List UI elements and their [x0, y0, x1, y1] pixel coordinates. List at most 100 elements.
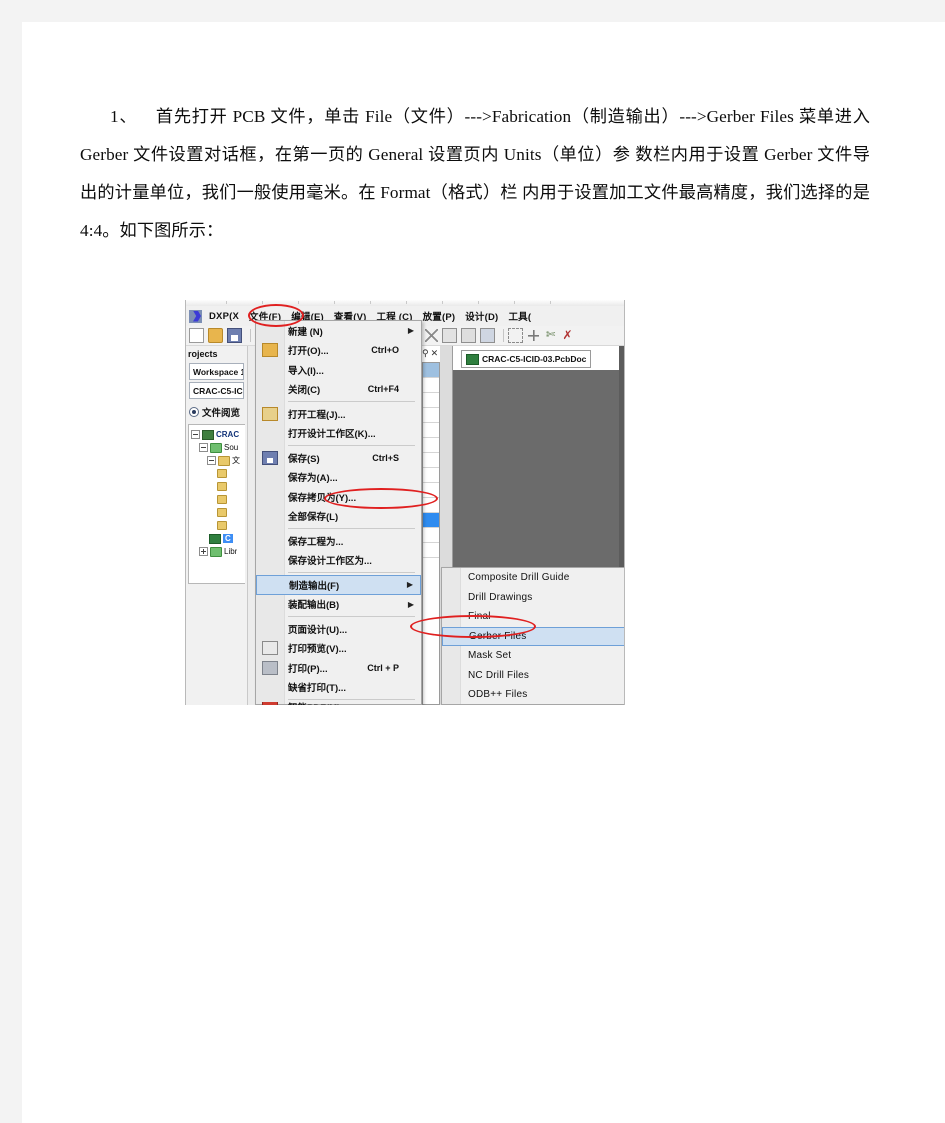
file-dropdown-menu[interactable]: 新建 (N) ▶ 打开(O)... Ctrl+O 导入(I)... 关闭(C) …: [255, 320, 438, 705]
submenu-item-mask-set[interactable]: Mask Set: [442, 646, 625, 666]
menu-item-save-project-as[interactable]: 保存工程为...: [256, 531, 421, 551]
menu-item-label: 页面设计(U)...: [288, 624, 348, 636]
folder-green-icon: [210, 546, 222, 557]
fabrication-submenu[interactable]: Composite Drill Guide Drill Drawings Fin…: [441, 567, 625, 705]
open-file-icon[interactable]: [208, 328, 223, 343]
menu-item-design[interactable]: 设计(D): [460, 309, 503, 323]
menu-item-print-preview[interactable]: 打印预览(V)...: [256, 639, 421, 659]
select-region-icon[interactable]: [508, 328, 523, 343]
submenu-item-gerber-files[interactable]: Gerber Files: [442, 626, 625, 646]
menu-item-default-print[interactable]: 缺省打印(T)...: [256, 678, 421, 698]
tree-item[interactable]: [191, 480, 245, 493]
menu-item-save-all[interactable]: 全部保存(L): [256, 507, 421, 527]
grid-cell[interactable]: [423, 378, 439, 393]
save-icon: [262, 450, 278, 465]
close-icon[interactable]: ✕: [431, 348, 439, 359]
grid-cell[interactable]: [423, 543, 439, 558]
menu-item-tools[interactable]: 工具(: [503, 309, 536, 323]
grid-cell[interactable]: [423, 468, 439, 483]
grid-cell[interactable]: [423, 483, 439, 498]
clear-selection-icon[interactable]: ✗: [561, 329, 574, 342]
menu-item-page-setup[interactable]: 页面设计(U)...: [256, 619, 421, 639]
save-file-icon[interactable]: [227, 328, 242, 343]
grid-cell[interactable]: [423, 438, 439, 453]
menu-item-save[interactable]: 保存(S) Ctrl+S: [256, 448, 421, 468]
menu-item-print[interactable]: 打印(P)... Ctrl + P: [256, 658, 421, 678]
workspace-selector[interactable]: Workspace 1: [189, 363, 244, 380]
file-view-radio[interactable]: 文件阅览: [186, 401, 247, 422]
menu-item-label: 保存设计工作区为...: [288, 556, 372, 568]
submenu-item-drill-drawings[interactable]: Drill Drawings: [442, 588, 625, 608]
tree-item-label: Libr: [224, 547, 238, 556]
menu-item-label: 新建 (N): [288, 326, 323, 338]
menu-item-open[interactable]: 打开(O)... Ctrl+O: [256, 341, 421, 361]
menu-item-accel: Ctrl+S: [372, 452, 399, 463]
document-tab[interactable]: CRAC-C5-ICID-03.PcbDoc: [461, 350, 592, 368]
tree-expander-icon[interactable]: [199, 547, 208, 556]
tree-item[interactable]: CRAC: [191, 428, 245, 441]
menu-separator: [288, 401, 415, 402]
tree-item[interactable]: [191, 519, 245, 532]
menu-separator: [288, 699, 415, 700]
grid-cell[interactable]: [423, 393, 439, 408]
grid-cell[interactable]: [423, 453, 439, 468]
new-file-icon[interactable]: [189, 328, 204, 343]
menu-item-accel: Ctrl + P: [367, 662, 399, 673]
screenshot-right-border: [624, 300, 625, 705]
tree-item[interactable]: [191, 506, 245, 519]
print-preview-icon: [262, 641, 278, 656]
menu-item-open-project[interactable]: 打开工程(J)...: [256, 404, 421, 424]
menu-item-smart-pdf[interactable]: 智能PDF(M)...: [256, 702, 421, 705]
tree-item[interactable]: Sou: [191, 441, 245, 454]
menu-item-import[interactable]: 导入(I)...: [256, 360, 421, 380]
submenu-item-label: ODB++ Files: [468, 689, 528, 701]
menu-separator: [288, 445, 415, 446]
menu-item-dxp[interactable]: DXP(X: [204, 311, 244, 322]
copy-icon[interactable]: [442, 328, 457, 343]
grid-cell[interactable]: [423, 408, 439, 423]
submenu-item-final[interactable]: Final: [442, 607, 625, 627]
grid-cell-selected[interactable]: [423, 513, 439, 528]
submenu-item-nc-drill-files[interactable]: NC Drill Files: [442, 666, 625, 686]
project-selector[interactable]: CRAC-C5-IC: [189, 382, 244, 399]
paste-icon[interactable]: [480, 328, 495, 343]
menu-item-save-as[interactable]: 保存为(A)...: [256, 468, 421, 488]
sheet-cells-strip[interactable]: [422, 362, 440, 705]
menu-item-place[interactable]: 放置(P): [418, 309, 461, 323]
tree-item[interactable]: 文: [191, 454, 245, 467]
menu-item-label: 制造输出(F): [289, 580, 340, 592]
menu-item-fabrication-outputs[interactable]: 制造输出(F) ▶: [256, 575, 421, 595]
move-crosshair-icon[interactable]: [527, 329, 540, 342]
menu-item-open-workspace[interactable]: 打开设计工作区(K)...: [256, 424, 421, 444]
submenu-item-label: NC Drill Files: [468, 669, 530, 681]
panel-controls: ⚲ ✕: [422, 346, 442, 360]
file-view-label: 文件阅览: [202, 408, 241, 419]
chevron-right-icon: ▶: [407, 326, 414, 336]
menu-item-label: 导入(I)...: [288, 365, 324, 377]
move-selection-icon[interactable]: ✄: [544, 329, 557, 342]
tree-expander-icon[interactable]: [199, 443, 208, 452]
tree-expander-icon[interactable]: [207, 456, 216, 465]
menu-item-new[interactable]: 新建 (N) ▶: [256, 321, 421, 341]
radio-dot-icon: [189, 407, 199, 417]
tree-item-selected[interactable]: C: [191, 532, 245, 545]
pin-icon[interactable]: ⚲: [422, 348, 429, 359]
grid-cell[interactable]: [423, 363, 439, 378]
menu-item-save-copy-as[interactable]: 保存拷贝为(Y)...: [256, 487, 421, 507]
tree-item[interactable]: [191, 493, 245, 506]
cut-icon[interactable]: [425, 329, 438, 342]
project-tree: CRAC Sou 文 C Libr: [188, 424, 245, 584]
print-icon: [262, 660, 278, 675]
menu-item-save-workspace-as[interactable]: 保存设计工作区为...: [256, 551, 421, 571]
menu-item-assembly-outputs[interactable]: 装配输出(B) ▶: [256, 595, 421, 615]
tree-item[interactable]: Libr: [191, 545, 245, 558]
tree-item[interactable]: [191, 467, 245, 480]
grid-cell[interactable]: [423, 423, 439, 438]
grid-cell[interactable]: [423, 528, 439, 543]
duplicate-icon[interactable]: [461, 328, 476, 343]
menu-item-close[interactable]: 关闭(C) Ctrl+F4: [256, 380, 421, 400]
submenu-item-odb-files[interactable]: ODB++ Files: [442, 685, 625, 705]
grid-cell[interactable]: [423, 498, 439, 513]
tree-expander-icon[interactable]: [191, 430, 200, 439]
submenu-item-composite-drill-guide[interactable]: Composite Drill Guide: [442, 568, 625, 588]
